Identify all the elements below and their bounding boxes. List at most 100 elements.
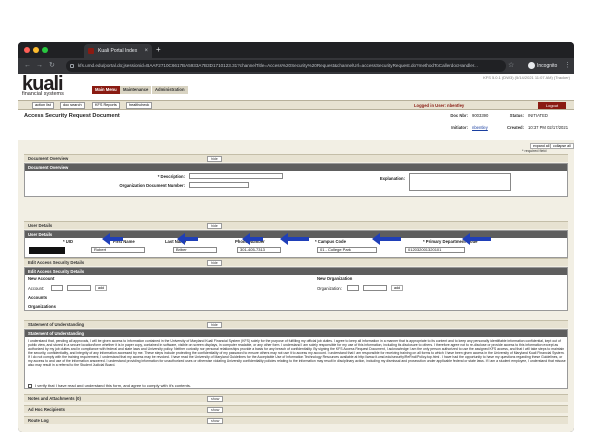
add-organization-button[interactable]: add bbox=[391, 285, 403, 291]
version-text: KFS 5.0.1 (DW3) (5/14/2021 11:07 AM) (Tr… bbox=[483, 75, 570, 80]
status-label: Status: bbox=[509, 113, 524, 118]
accounts-heading: Accounts bbox=[28, 295, 48, 300]
box-header: Edit Access Security Details bbox=[25, 268, 567, 275]
logged-in-user: Logged in User: nbentley bbox=[414, 103, 465, 108]
page-title: Access Security Request Document bbox=[24, 113, 120, 119]
account-chart-select[interactable] bbox=[51, 285, 63, 291]
verify-checkbox[interactable] bbox=[28, 383, 32, 388]
doc-nbr-label: Doc Nbr: bbox=[450, 113, 468, 118]
maximize-window-icon[interactable] bbox=[42, 47, 48, 53]
primary-dept-input[interactable]: 012032001320101 bbox=[405, 247, 465, 253]
pointer-arrow-icon bbox=[177, 233, 198, 245]
incognito-label: Incognito bbox=[537, 63, 558, 69]
campus-select[interactable]: 01 - College Park bbox=[317, 247, 377, 253]
lock-icon bbox=[70, 64, 74, 68]
kuali-logo: kuali financial systems bbox=[22, 74, 84, 98]
explanation-textarea[interactable] bbox=[409, 173, 511, 191]
initiator-label: Initiator: bbox=[451, 125, 468, 130]
tab-strip: Kuali Portal Index × + bbox=[18, 42, 574, 58]
uid-redacted bbox=[29, 247, 65, 254]
account-number-input[interactable] bbox=[67, 285, 91, 291]
initiator-link[interactable]: nbentley bbox=[472, 125, 488, 130]
verify-row: I verify that I have read and understand… bbox=[28, 383, 191, 388]
hide-button[interactable]: hide bbox=[207, 223, 222, 229]
url-text: kfs.umd.edu/portal.do;jsessionid=BAAF271… bbox=[78, 63, 478, 68]
statement-box: Statement of Understanding I understand … bbox=[24, 329, 568, 389]
pointer-arrow-icon bbox=[372, 233, 401, 245]
doc-nbr-value: 9003390 bbox=[472, 113, 489, 118]
kuali-page: kuali financial systems KFS 5.0.1 (DW3) … bbox=[18, 74, 574, 432]
org-chart-select[interactable] bbox=[347, 285, 359, 291]
section-title: Ad Hoc Recipients bbox=[28, 407, 65, 412]
reload-icon[interactable]: ↻ bbox=[49, 60, 55, 72]
browser-window: Kuali Portal Index × + ← → ↻ kfs.umd.edu… bbox=[18, 42, 574, 432]
logo-subtitle: financial systems bbox=[22, 91, 64, 97]
address-bar-row: ← → ↻ kfs.umd.edu/portal.do;jsessionid=B… bbox=[18, 58, 574, 74]
first-name-input[interactable]: Robert bbox=[91, 247, 145, 253]
user-details-box: User Details * UID First Name Last Name … bbox=[24, 230, 568, 258]
created-label: Created: bbox=[507, 125, 524, 130]
browser-menu-icon[interactable]: ⋮ bbox=[564, 60, 571, 72]
doc-search-button[interactable]: doc search bbox=[60, 102, 85, 109]
browser-tab[interactable]: Kuali Portal Index × bbox=[84, 44, 152, 58]
tab-main-menu[interactable]: Main Menu bbox=[92, 86, 120, 94]
tab-title: Kuali Portal Index bbox=[98, 48, 138, 54]
healthcheck-button[interactable]: healthcheck bbox=[126, 102, 153, 109]
tab-close-icon[interactable]: × bbox=[144, 44, 148, 58]
hide-button[interactable]: hide bbox=[207, 156, 222, 162]
section-title: Route Log bbox=[28, 418, 49, 423]
pointer-arrow-icon bbox=[462, 233, 491, 245]
bookmark-star-icon[interactable]: ☆ bbox=[508, 60, 514, 72]
description-input[interactable] bbox=[189, 173, 283, 179]
back-icon[interactable]: ← bbox=[24, 60, 31, 72]
section-notes: Notes and Attachments (0) show bbox=[24, 394, 568, 402]
action-list-button[interactable]: action list bbox=[32, 102, 54, 109]
org-doc-number-input[interactable] bbox=[189, 182, 249, 188]
tab-administration[interactable]: Administration bbox=[152, 86, 188, 94]
section-statement: Statement of Understanding hide bbox=[24, 320, 568, 328]
section-document-overview: Document Overview hide bbox=[24, 154, 568, 162]
verify-label: I verify that I have read and understand… bbox=[35, 383, 191, 388]
document-info: Doc Nbr: 9003390 Status: INITIATED Initi… bbox=[432, 111, 572, 139]
minimize-window-icon[interactable] bbox=[33, 47, 39, 53]
edit-access-box: Edit Access Security Details New Account… bbox=[24, 267, 568, 311]
show-button[interactable]: show bbox=[207, 418, 224, 424]
box-header: Statement of Understanding bbox=[25, 330, 567, 337]
section-title: Document Overview bbox=[28, 156, 69, 161]
forward-icon[interactable]: → bbox=[36, 60, 43, 72]
org-doc-number-label: Organization Document Number: bbox=[119, 183, 185, 188]
created-value: 10:37 PM 02/17/2021 bbox=[528, 125, 569, 130]
organization-label: Organization: bbox=[317, 286, 342, 291]
organizations-heading: Organizations bbox=[28, 304, 56, 309]
show-button[interactable]: show bbox=[207, 407, 224, 413]
hide-button[interactable]: hide bbox=[207, 322, 222, 328]
explanation-label: Explanation: bbox=[379, 176, 405, 181]
hide-button[interactable]: hide bbox=[207, 260, 222, 266]
pointer-arrow-icon bbox=[280, 233, 309, 245]
phone-input[interactable]: 301-405-7313 bbox=[237, 247, 281, 253]
document-overview-box: Document Overview * Description: Organiz… bbox=[24, 163, 568, 197]
section-title: Notes and Attachments (0) bbox=[28, 396, 81, 401]
logout-button[interactable]: Logout bbox=[538, 102, 566, 109]
last-name-input[interactable]: Briber bbox=[173, 247, 217, 253]
tab-maintenance[interactable]: Maintenance bbox=[120, 86, 152, 94]
collapse-all-button[interactable]: collapse all bbox=[550, 143, 574, 149]
section-user-details: User Details hide bbox=[24, 221, 568, 229]
section-title: Edit Access Security Details bbox=[28, 260, 85, 265]
close-window-icon[interactable] bbox=[24, 47, 30, 53]
col-uid: * UID bbox=[63, 239, 74, 244]
org-code-input[interactable] bbox=[363, 285, 387, 291]
account-label: Account: bbox=[28, 286, 45, 291]
kfs-reports-button[interactable]: KFS Reports bbox=[92, 102, 120, 109]
section-title: Statement of Understanding bbox=[28, 322, 85, 327]
add-account-button[interactable]: add bbox=[95, 285, 107, 291]
pointer-arrow-icon bbox=[102, 233, 123, 245]
new-organization-heading: New Organization bbox=[317, 276, 353, 281]
new-tab-button[interactable]: + bbox=[156, 44, 161, 56]
section-edit-access-header: Edit Access Security Details hide bbox=[24, 258, 568, 266]
incognito-indicator[interactable]: Incognito bbox=[528, 60, 557, 72]
show-button[interactable]: show bbox=[207, 396, 224, 402]
statement-text: I understand that, pending all approvals… bbox=[28, 339, 566, 368]
url-bar[interactable]: kfs.umd.edu/portal.do;jsessionid=BAAF271… bbox=[66, 60, 506, 72]
section-route-log: Route Log show bbox=[24, 416, 568, 424]
